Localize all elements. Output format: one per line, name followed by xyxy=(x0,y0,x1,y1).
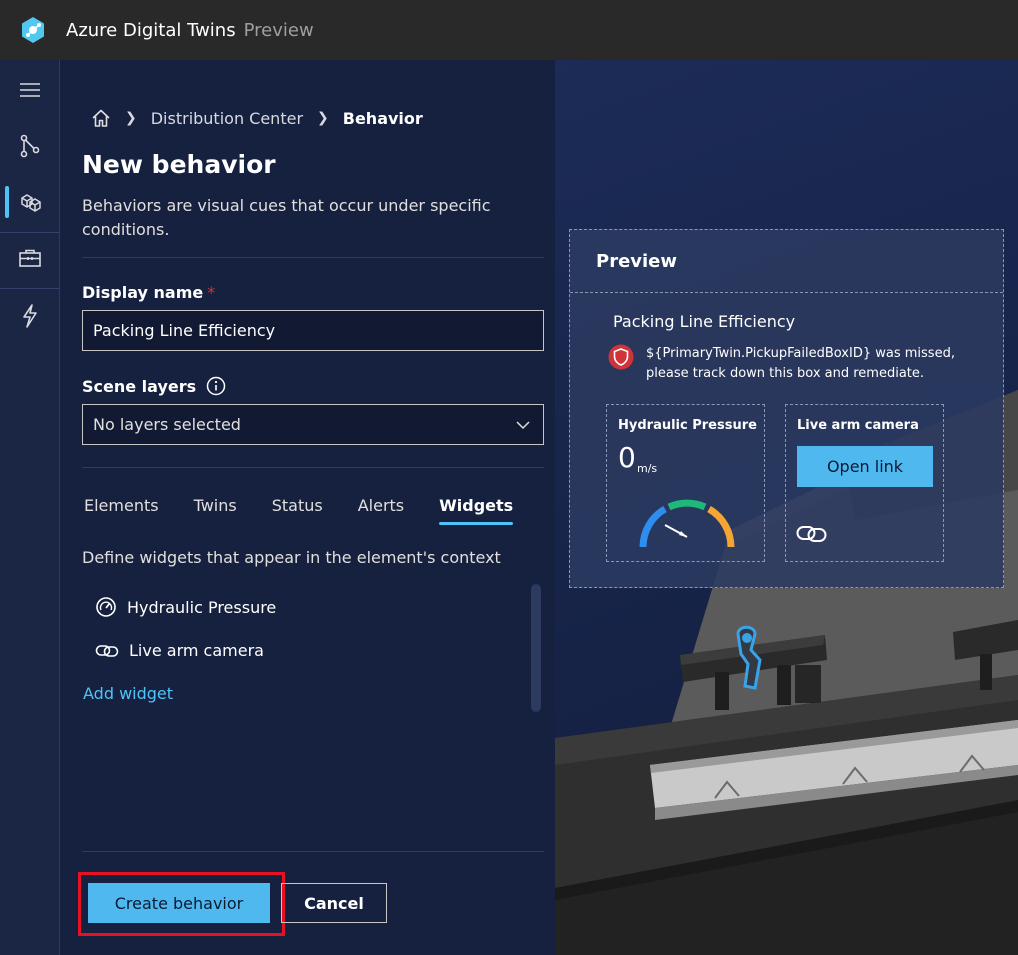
top-bar: Azure Digital Twins Preview xyxy=(0,0,1018,60)
tab-alerts[interactable]: Alerts xyxy=(358,496,404,525)
nav-3d-scenes-button[interactable] xyxy=(0,178,60,226)
add-widget-link[interactable]: Add widget xyxy=(83,684,173,703)
chevron-down-icon xyxy=(516,421,530,430)
preview-link-widget: Live arm camera Open link xyxy=(785,404,944,562)
chevron-right-icon: ❯ xyxy=(125,110,137,126)
scene-layers-value: No layers selected xyxy=(93,415,241,434)
widget-item-hydraulic-pressure[interactable]: Hydraulic Pressure xyxy=(95,596,276,618)
gauge-icon xyxy=(96,597,116,617)
preview-behavior-title: Packing Line Efficiency xyxy=(613,312,796,331)
widgets-description: Define widgets that appear in the elemen… xyxy=(82,548,501,567)
display-name-input[interactable] xyxy=(82,310,544,351)
behavior-panel: ❯ Distribution Center ❯ Behavior New beh… xyxy=(61,60,555,955)
tab-widgets[interactable]: Widgets xyxy=(439,496,514,525)
scene-layers-label: Scene layers xyxy=(82,376,226,396)
page-description: Behaviors are visual cues that occur und… xyxy=(82,196,491,239)
page-title: New behavior xyxy=(82,150,276,179)
nav-toolbox-button[interactable] xyxy=(0,234,60,282)
divider xyxy=(82,257,544,258)
graph-icon xyxy=(20,134,40,158)
info-icon[interactable] xyxy=(206,376,226,396)
menu-button[interactable] xyxy=(0,66,60,114)
display-name-label: Display name * xyxy=(82,283,216,302)
gauge-widget-title: Hydraulic Pressure xyxy=(618,418,757,433)
create-behavior-button[interactable]: Create behavior xyxy=(88,883,270,923)
open-link-button[interactable]: Open link xyxy=(797,446,933,487)
behavior-tabs: Elements Twins Status Alerts Widgets xyxy=(82,496,548,525)
tab-status[interactable]: Status xyxy=(272,496,323,525)
required-mark: * xyxy=(207,283,216,302)
link-icon xyxy=(95,644,119,657)
gauge-dial-icon xyxy=(639,499,735,548)
breadcrumb-distribution-center[interactable]: Distribution Center xyxy=(151,109,303,128)
chevron-right-icon: ❯ xyxy=(317,110,329,126)
nav-events-button[interactable] xyxy=(0,292,60,340)
preview-alert: ${PrimaryTwin.PickupFailedBoxID} was mis… xyxy=(608,344,976,384)
widgets-scrollbar[interactable] xyxy=(531,584,541,712)
cubes-icon xyxy=(21,194,41,212)
preview-header: Preview xyxy=(570,230,1003,293)
app-preview-tag: Preview xyxy=(243,19,314,41)
app-title: Azure Digital Twins xyxy=(66,19,236,41)
preview-gauge-widget: Hydraulic Pressure 0 m/s xyxy=(606,404,765,562)
link-icon xyxy=(796,526,827,542)
divider xyxy=(82,851,544,852)
cancel-button[interactable]: Cancel xyxy=(281,883,387,923)
nav-twin-graph-button[interactable] xyxy=(0,122,60,170)
gauge-value: 0 xyxy=(618,441,636,474)
widget-item-live-arm-camera[interactable]: Live arm camera xyxy=(95,641,264,660)
preview-card: Preview Packing Line Efficiency ${Primar… xyxy=(569,229,1004,588)
azure-digital-twins-logo-icon xyxy=(22,17,44,43)
toolbox-icon xyxy=(19,249,41,267)
scene-layers-dropdown[interactable]: No layers selected xyxy=(82,404,544,445)
home-icon[interactable] xyxy=(91,108,111,128)
gauge-unit: m/s xyxy=(637,462,658,475)
link-widget-title: Live arm camera xyxy=(797,418,919,433)
divider xyxy=(82,467,544,468)
breadcrumb-behavior: Behavior xyxy=(342,108,423,128)
left-nav xyxy=(0,60,60,955)
lightning-icon xyxy=(23,304,37,328)
tab-elements[interactable]: Elements xyxy=(84,496,159,525)
preview-alert-text: ${PrimaryTwin.PickupFailedBoxID} was mis… xyxy=(646,346,955,381)
hamburger-icon xyxy=(20,83,40,97)
shield-alert-icon xyxy=(608,344,634,370)
tab-twins[interactable]: Twins xyxy=(194,496,237,525)
breadcrumb: ❯ Distribution Center ❯ Behavior xyxy=(91,108,423,128)
